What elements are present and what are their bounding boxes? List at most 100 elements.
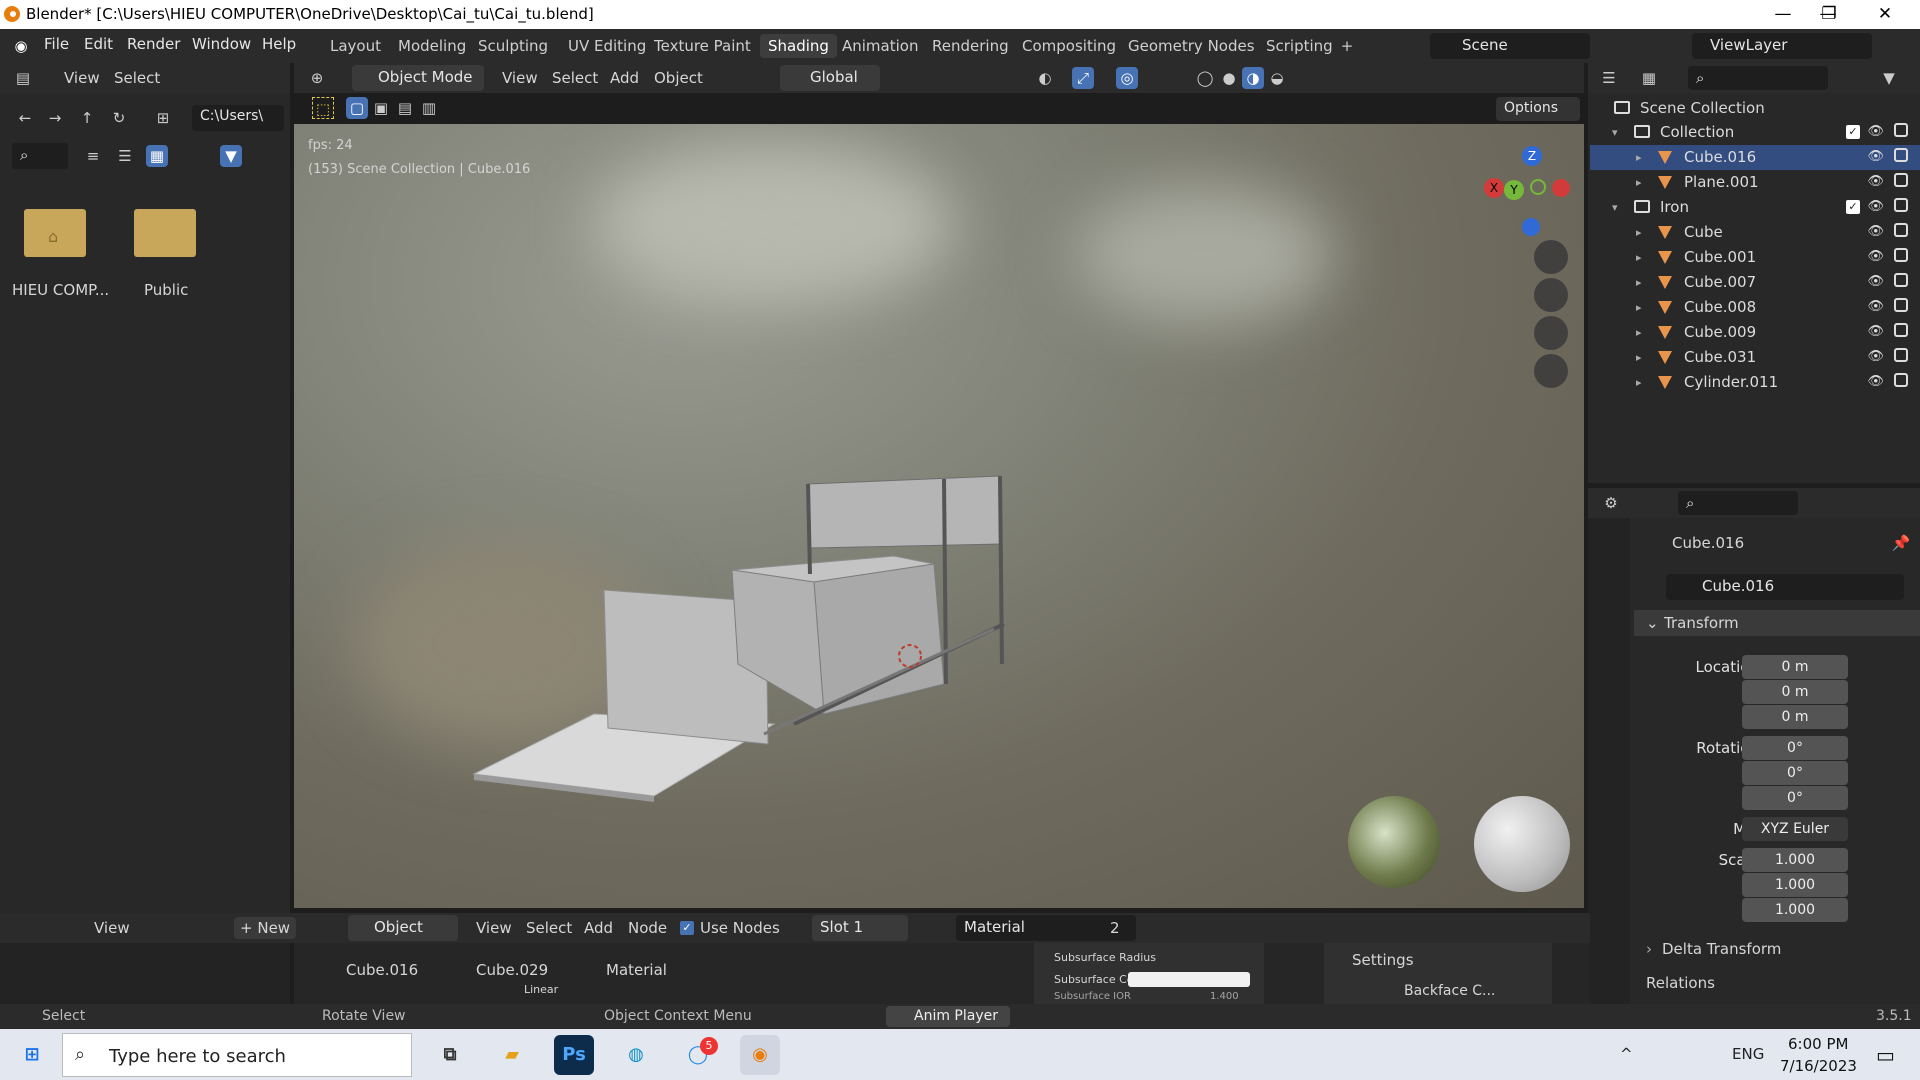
eye-visibility-icon[interactable]: 👁	[1867, 174, 1884, 189]
tab-geometry-nodes[interactable]: Geometry Nodes	[1120, 34, 1263, 58]
orientation-dropdown[interactable]: Global	[780, 65, 880, 91]
settings-panel-title[interactable]: Settings	[1352, 951, 1414, 969]
select-subtract-icon[interactable]: ▤	[394, 97, 416, 119]
outliner-row[interactable]: ▸ Cube.001 👁	[1590, 245, 1920, 270]
node-object-dropdown[interactable]: Object	[348, 915, 458, 941]
input-language[interactable]: ENG	[1732, 1045, 1764, 1063]
clock-time[interactable]: 6:00 PM	[1788, 1035, 1848, 1053]
new-button[interactable]: + New	[234, 917, 297, 939]
new-folder-icon[interactable]: ⊞	[152, 107, 174, 129]
object-name-field[interactable]: Cube.016	[1666, 574, 1904, 600]
eye-visibility-icon[interactable]: 👁	[1867, 149, 1884, 164]
scale-y-field[interactable]: 1.000	[1742, 873, 1848, 897]
vp-view-menu[interactable]: View	[502, 69, 538, 87]
eye-visibility-icon[interactable]: 👁	[1867, 299, 1884, 314]
node-editor-area[interactable]: Cube.016 Cube.029 Material Linear Subsur…	[294, 943, 1590, 1004]
render-camera-icon[interactable]	[1894, 273, 1908, 287]
subsurface-color-swatch[interactable]	[1128, 972, 1250, 987]
expand-right-icon[interactable]: ▸	[1636, 276, 1642, 289]
thumbnail-view-icon[interactable]: ▦	[146, 145, 168, 167]
transform-panel-header[interactable]: ⌄ Transform	[1634, 610, 1920, 636]
scene-selector[interactable]: Scene	[1430, 33, 1590, 59]
filter-icon[interactable]: ▼	[220, 145, 242, 167]
expand-down-icon[interactable]: ▾	[1612, 126, 1618, 139]
scale-x-field[interactable]: 1.000	[1742, 848, 1848, 872]
render-camera-icon[interactable]	[1894, 373, 1908, 387]
slot-dropdown[interactable]: Slot 1	[812, 915, 908, 941]
menu-help[interactable]: Help	[262, 35, 296, 53]
list-view-icon[interactable]: ≡	[82, 145, 104, 167]
fb-item-home[interactable]: HIEU COMP...	[12, 281, 109, 299]
zoom-icon[interactable]	[1534, 240, 1568, 274]
location-y-field[interactable]: 0 m	[1742, 680, 1848, 704]
outliner-row[interactable]: ▸ Cylinder.011 👁	[1590, 370, 1920, 395]
eye-visibility-icon[interactable]: 👁	[1867, 124, 1884, 139]
gizmo-z-axis[interactable]: Z	[1522, 146, 1542, 166]
home-folder-icon[interactable]: ⌂	[24, 209, 86, 257]
back-arrow-icon[interactable]: ←	[14, 107, 36, 129]
select-extend-icon[interactable]: ▣	[370, 97, 392, 119]
edge-browser-icon[interactable]: ◍	[616, 1035, 656, 1075]
eye-visibility-icon[interactable]: 👁	[1867, 274, 1884, 289]
file-explorer-icon[interactable]: ▰	[492, 1035, 532, 1075]
outliner-row[interactable]: ▸ Cube.016 👁	[1590, 145, 1920, 170]
outliner-row[interactable]: ▸ Plane.001 👁	[1590, 170, 1920, 195]
gizmo-x-axis[interactable]: X	[1484, 178, 1504, 198]
outliner-row[interactable]: ▾ Collection ✓ 👁	[1590, 120, 1920, 145]
fb-item-public[interactable]: Public	[144, 281, 188, 299]
parent-dir-icon[interactable]: ↑	[76, 107, 98, 129]
3d-viewport[interactable]: fps: 24 (153) Scene Collection | Cube.01…	[294, 124, 1584, 908]
wireframe-shading-icon[interactable]: ◯	[1194, 67, 1216, 89]
gizmo-neg-y[interactable]	[1530, 179, 1546, 195]
tab-shading[interactable]: Shading	[760, 34, 837, 58]
menu-file[interactable]: File	[44, 35, 69, 53]
tab-sculpting[interactable]: Sculpting	[470, 34, 556, 58]
editor-type-icon[interactable]: ⊕	[306, 67, 328, 89]
node-select-menu[interactable]: Select	[526, 919, 572, 937]
solid-shading-icon[interactable]: ●	[1218, 67, 1240, 89]
rotation-y-field[interactable]: 0°	[1742, 761, 1848, 785]
blender-menu-icon[interactable]: ◉	[10, 35, 32, 57]
tab-compositing[interactable]: Compositing	[1014, 34, 1124, 58]
expand-right-icon[interactable]: ▸	[1636, 151, 1642, 164]
expand-down-icon[interactable]: ▾	[1612, 201, 1618, 214]
location-z-field[interactable]: 0 m	[1742, 705, 1848, 729]
vp-add-menu[interactable]: Add	[610, 69, 639, 87]
render-camera-icon[interactable]	[1894, 298, 1908, 312]
expand-right-icon[interactable]: ▸	[1636, 251, 1642, 264]
task-view-icon[interactable]: ⧉	[430, 1035, 470, 1075]
rendered-shading-icon[interactable]: ◒	[1266, 67, 1288, 89]
folder-icon[interactable]	[134, 209, 196, 257]
minimize-button-main[interactable]: —	[1760, 0, 1806, 29]
render-camera-icon[interactable]	[1894, 223, 1908, 237]
visibility-icon[interactable]: ◐	[1034, 67, 1056, 89]
object-mode-dropdown[interactable]: Object Mode	[352, 65, 484, 91]
relations-panel[interactable]: Relations	[1646, 974, 1715, 992]
render-camera-icon[interactable]	[1894, 323, 1908, 337]
expand-right-icon[interactable]: ▸	[1636, 376, 1642, 389]
fb-view-menu[interactable]: View	[64, 69, 100, 87]
material-field[interactable]: Material	[956, 915, 1136, 941]
outliner-row[interactable]: ▸ Cube.031 👁	[1590, 345, 1920, 370]
gizmo-y-axis[interactable]: Y	[1504, 180, 1524, 200]
expand-right-icon[interactable]: ▸	[1636, 176, 1642, 189]
tab-uv-editing[interactable]: UV Editing	[560, 34, 654, 58]
menu-window[interactable]: Window	[192, 35, 251, 53]
tab-modeling[interactable]: Modeling	[390, 34, 474, 58]
gizmo-neg-z[interactable]	[1522, 218, 1540, 236]
tab-texture-paint[interactable]: Texture Paint	[646, 34, 759, 58]
anim-player-badge[interactable]: Anim Player	[886, 1006, 1010, 1027]
properties-search[interactable]: ⌕	[1678, 491, 1798, 515]
menu-render[interactable]: Render	[127, 35, 180, 53]
windows-start-icon[interactable]: ⊞	[12, 1035, 52, 1075]
tab-layout[interactable]: Layout	[322, 34, 389, 58]
render-camera-icon[interactable]	[1894, 148, 1908, 162]
fb-select-menu[interactable]: Select	[114, 69, 160, 87]
gizmo-toggle-icon[interactable]: ⤢	[1072, 67, 1094, 89]
display-mode-icon[interactable]: ▦	[1638, 67, 1660, 89]
scene-collection-label[interactable]: Scene Collection	[1640, 99, 1765, 117]
pin-icon[interactable]: 📌	[1890, 532, 1912, 554]
render-camera-icon[interactable]	[1894, 198, 1908, 212]
taskbar-search[interactable]: ⌕ Type here to search	[62, 1033, 412, 1077]
menu-edit[interactable]: Edit	[84, 35, 113, 53]
